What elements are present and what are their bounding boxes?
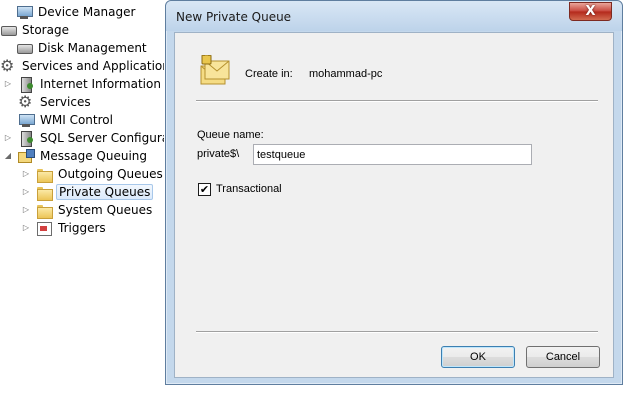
expand-arrow-icon[interactable]: ▷ xyxy=(4,133,12,143)
tree-item-label: WMI Control xyxy=(40,113,113,127)
queue-prefix-label: private$\ xyxy=(197,148,240,160)
dialog-titlebar[interactable]: New Private Queue X xyxy=(166,1,622,31)
tree-item-wmi-control[interactable]: WMI Control xyxy=(18,111,115,129)
expand-arrow-icon[interactable]: ▷ xyxy=(22,169,30,179)
gear-icon xyxy=(18,92,34,111)
tree-item-message-queuing[interactable]: ◢ Message Queuing xyxy=(4,147,149,165)
expand-arrow-icon[interactable]: ▷ xyxy=(4,79,12,89)
folder-icon xyxy=(36,202,53,219)
cancel-button[interactable]: Cancel xyxy=(526,346,600,368)
console-tree: Device Manager Storage Disk Management S… xyxy=(0,0,164,395)
queue-name-label: Queue name: xyxy=(197,129,264,141)
disk-icon xyxy=(16,40,33,56)
queue-name-input[interactable] xyxy=(253,144,532,165)
tree-item-sql-server-configuration[interactable]: ▷ SQL Server Configuratio xyxy=(4,129,164,147)
separator xyxy=(196,331,598,333)
tree-item-label: Private Queues xyxy=(56,184,154,200)
tree-item-storage[interactable]: Storage xyxy=(0,21,71,39)
iis-icon xyxy=(18,76,34,93)
expand-arrow-icon[interactable]: ▷ xyxy=(22,187,30,197)
dialog-body: Create in: mohammad-pc Queue name: priva… xyxy=(174,32,614,378)
tree-item-outgoing-queues[interactable]: ▷ Outgoing Queues xyxy=(22,165,164,183)
tree-item-triggers[interactable]: ▷ Triggers xyxy=(22,219,108,237)
tree-item-label: Services and Applications xyxy=(22,59,164,73)
create-in-value: mohammad-pc xyxy=(309,68,383,80)
expand-arrow-icon[interactable]: ▷ xyxy=(22,223,30,233)
folder-icon xyxy=(36,184,53,201)
tree-item-iis[interactable]: ▷ Internet Information Ser xyxy=(4,75,164,93)
tree-item-label: Device Manager xyxy=(38,5,136,19)
tree-item-label: Outgoing Queues xyxy=(58,167,163,181)
expand-arrow-icon[interactable]: ▷ xyxy=(22,205,30,215)
ok-button[interactable]: OK xyxy=(441,346,515,368)
sql-server-icon xyxy=(18,130,34,147)
device-manager-icon xyxy=(16,4,33,20)
folder-icon xyxy=(36,166,53,183)
tree-item-private-queues[interactable]: ▷ Private Queues xyxy=(22,183,154,201)
close-button[interactable]: X xyxy=(569,2,612,21)
check-icon: ✔ xyxy=(199,183,210,196)
trigger-icon xyxy=(36,220,52,236)
tree-item-services[interactable]: Services xyxy=(18,92,93,111)
tree-item-label: Triggers xyxy=(58,221,106,235)
tree-item-label: Services xyxy=(40,95,91,109)
tree-item-label: Message Queuing xyxy=(40,149,148,163)
collapse-arrow-icon[interactable]: ◢ xyxy=(4,151,12,161)
tree-item-label: Internet Information Ser xyxy=(40,77,164,91)
dialog-title: New Private Queue xyxy=(176,10,292,24)
wmi-icon xyxy=(18,112,35,128)
tree-item-label: System Queues xyxy=(58,203,153,217)
separator xyxy=(196,100,598,102)
transactional-label[interactable]: Transactional xyxy=(216,183,282,195)
create-in-label: Create in: xyxy=(245,68,293,80)
close-icon: X xyxy=(585,4,596,19)
storage-icon xyxy=(0,22,17,38)
tree-item-device-manager[interactable]: Device Manager xyxy=(16,3,137,21)
tree-item-system-queues[interactable]: ▷ System Queues xyxy=(22,201,154,219)
private-queue-icon xyxy=(200,55,230,85)
tree-item-label: Disk Management xyxy=(38,41,147,55)
tree-item-disk-management[interactable]: Disk Management xyxy=(16,39,149,57)
services-applications-icon xyxy=(0,56,16,75)
tree-item-label: Storage xyxy=(22,23,69,37)
message-queuing-icon xyxy=(18,148,35,164)
tree-item-label: SQL Server Configuratio xyxy=(40,131,164,145)
transactional-checkbox[interactable]: ✔ xyxy=(198,183,211,196)
tree-item-services-and-applications[interactable]: Services and Applications xyxy=(0,56,164,75)
new-private-queue-dialog: New Private Queue X Create in: mohammad-… xyxy=(165,0,623,385)
